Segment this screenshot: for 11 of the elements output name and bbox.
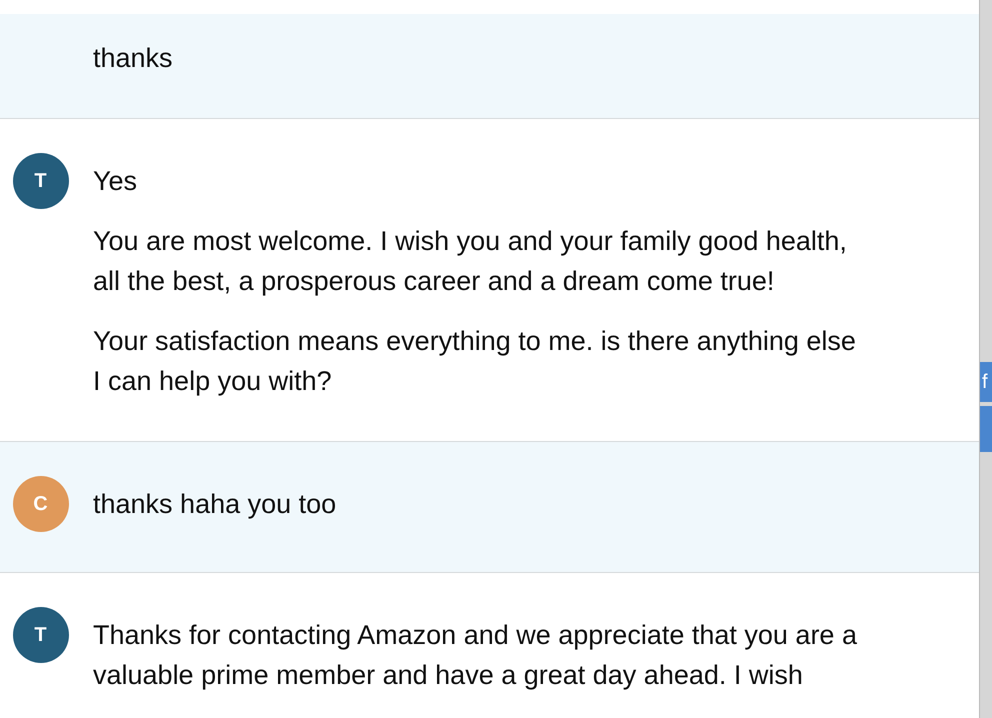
- message-text: Yes: [93, 165, 138, 198]
- message-text: thanks haha you too: [93, 488, 338, 521]
- side-tab[interactable]: f: [980, 362, 992, 402]
- avatar: T: [12, 153, 68, 209]
- avatar: T: [12, 607, 68, 663]
- message-text: You are most welcome. I wish you and your family good health, all the best, a prosperous career and a dream come true!: [93, 225, 848, 298]
- message-text: Your satisfaction means everything to me. is there anything else I can help you with?: [93, 325, 857, 398]
- message-text: thanks: [93, 42, 174, 75]
- message-text: Thanks for contacting Amazon and we appreciate that you are a valuable prime member and have a great day ahead. I wish: [93, 619, 858, 692]
- side-tab[interactable]: [980, 406, 992, 452]
- avatar: C: [12, 476, 68, 532]
